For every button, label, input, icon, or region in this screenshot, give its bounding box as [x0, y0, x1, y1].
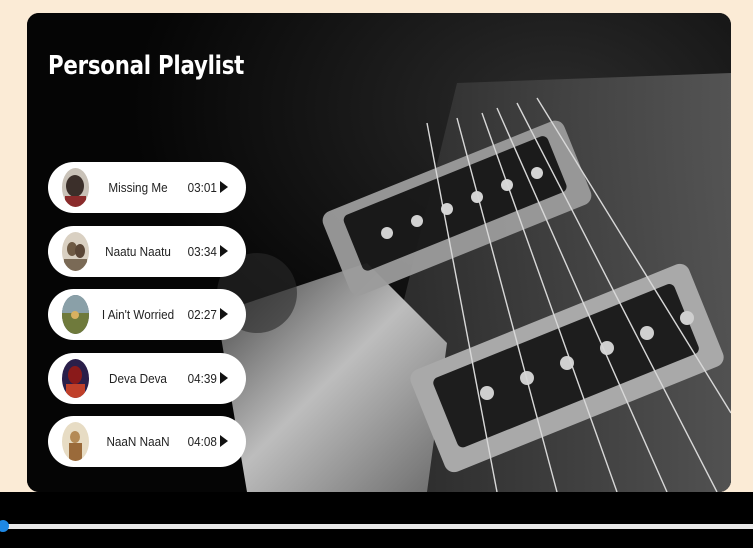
song-title: Missing Me: [108, 180, 168, 195]
song-title: Deva Deva: [109, 370, 167, 386]
song-list: Missing Me 03:01 Naatu Naatu 03:34 I Ain…: [48, 162, 246, 480]
song-duration: 03:01: [187, 180, 217, 195]
song-item[interactable]: Deva Deva 04:39: [48, 352, 246, 404]
play-icon[interactable]: [220, 244, 228, 257]
song-duration: 04:08: [187, 434, 217, 449]
song-duration: 04:39: [187, 370, 217, 386]
song-duration: 02:27: [187, 307, 217, 322]
play-icon[interactable]: [220, 308, 228, 320]
player-bar: [0, 492, 753, 548]
song-title: I Ain't Worried: [101, 307, 175, 322]
album-art-thumbnail: [62, 295, 89, 334]
song-item[interactable]: Missing Me 03:01: [48, 162, 246, 213]
song-title: Naatu Naatu: [105, 243, 171, 259]
album-art-thumbnail: [62, 231, 89, 271]
song-item[interactable]: I Ain't Worried 02:27: [48, 289, 246, 340]
playlist-card: Personal Playlist Missing Me 03:01 Naatu…: [27, 13, 731, 492]
album-art-thumbnail: [62, 422, 89, 461]
song-duration: 03:34: [187, 243, 217, 259]
play-icon[interactable]: [220, 181, 228, 193]
play-icon[interactable]: [220, 435, 228, 447]
progress-handle[interactable]: [0, 520, 9, 532]
album-art-thumbnail: [62, 358, 89, 398]
play-icon[interactable]: [220, 371, 228, 384]
song-title: NaaN NaaN: [106, 434, 170, 449]
progress-slider[interactable]: [0, 520, 753, 532]
album-art-thumbnail: [62, 168, 89, 207]
song-item[interactable]: NaaN NaaN 04:08: [48, 416, 246, 467]
song-item[interactable]: Naatu Naatu 03:34: [48, 225, 246, 277]
playlist-title: Personal Playlist: [48, 51, 245, 81]
